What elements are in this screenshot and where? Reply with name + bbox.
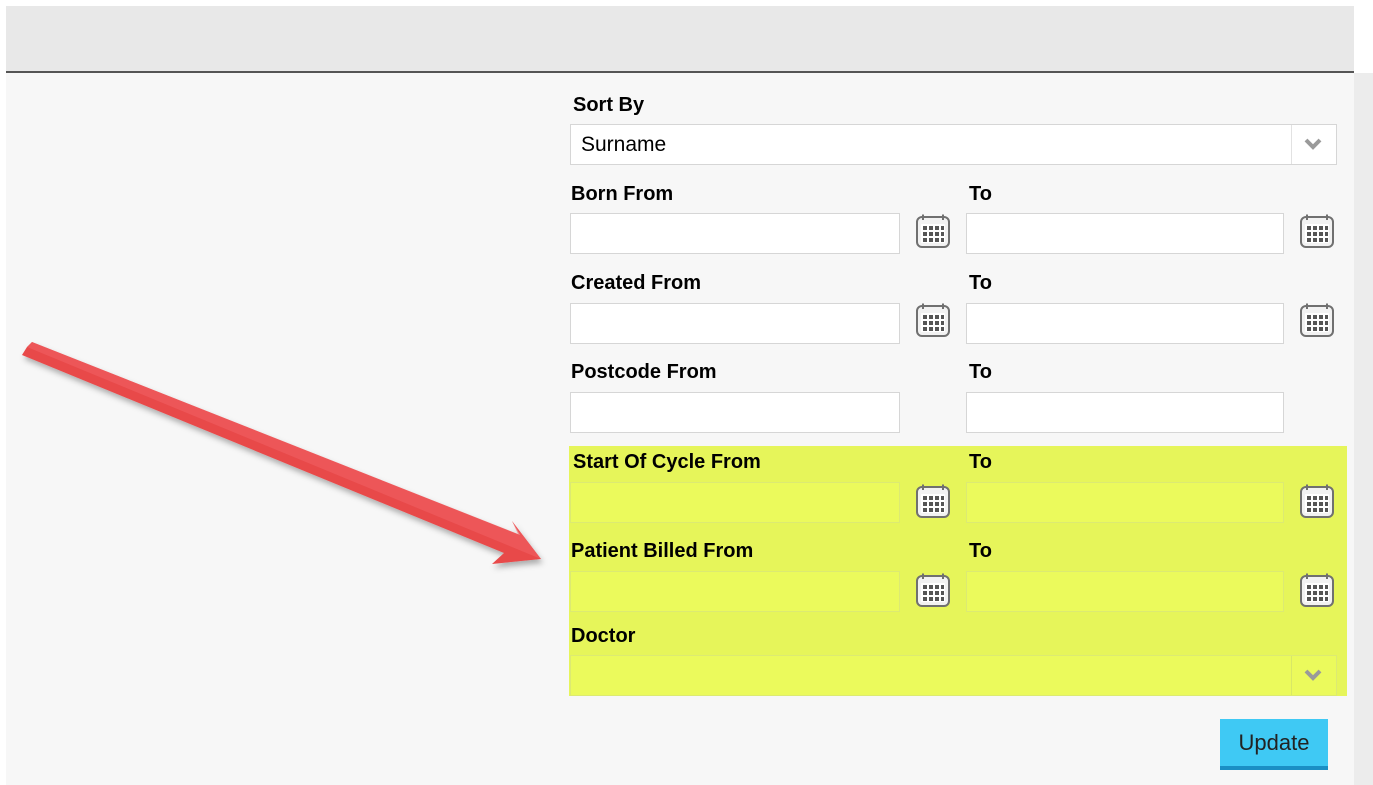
postcode-to-label: To xyxy=(969,361,992,383)
postcode-to-input[interactable] xyxy=(966,392,1284,433)
patient-billed-from-input[interactable] xyxy=(570,571,900,612)
created-from-input[interactable] xyxy=(570,303,900,344)
patient-billed-from-label: Patient Billed From xyxy=(571,540,754,562)
calendar-icon[interactable] xyxy=(1298,573,1336,609)
start-of-cycle-to-label: To xyxy=(969,451,992,473)
calendar-icon[interactable] xyxy=(1298,303,1336,339)
calendar-icon[interactable] xyxy=(914,303,952,339)
start-of-cycle-from-input[interactable] xyxy=(570,482,900,523)
doctor-select[interactable] xyxy=(570,655,1337,696)
created-to-input[interactable] xyxy=(966,303,1284,344)
chevron-down-icon[interactable] xyxy=(1303,136,1323,152)
start-of-cycle-from-label: Start Of Cycle From xyxy=(573,451,761,473)
scrollbar[interactable] xyxy=(1354,73,1373,785)
chevron-down-icon[interactable] xyxy=(1303,667,1323,683)
calendar-icon[interactable] xyxy=(914,484,952,520)
update-button[interactable]: Update xyxy=(1220,719,1328,770)
calendar-icon[interactable] xyxy=(914,214,952,250)
top-toolbar xyxy=(6,6,1354,73)
select-divider xyxy=(1291,656,1292,695)
sort-by-label: Sort By xyxy=(573,94,645,116)
patient-billed-to-label: To xyxy=(969,540,992,562)
created-to-label: To xyxy=(969,272,992,294)
sort-by-value: Surname xyxy=(581,133,667,156)
sort-by-select[interactable]: Surname xyxy=(570,124,1337,165)
postcode-from-label: Postcode From xyxy=(571,361,717,383)
start-of-cycle-to-input[interactable] xyxy=(966,482,1284,523)
born-from-input[interactable] xyxy=(570,213,900,254)
patient-billed-to-input[interactable] xyxy=(966,571,1284,612)
select-divider xyxy=(1291,125,1292,164)
doctor-label: Doctor xyxy=(571,625,636,647)
born-from-label: Born From xyxy=(571,183,674,205)
calendar-icon[interactable] xyxy=(1298,214,1336,250)
postcode-from-input[interactable] xyxy=(570,392,900,433)
calendar-icon[interactable] xyxy=(1298,484,1336,520)
born-to-input[interactable] xyxy=(966,213,1284,254)
calendar-icon[interactable] xyxy=(914,573,952,609)
born-to-label: To xyxy=(969,183,992,205)
created-from-label: Created From xyxy=(571,272,702,294)
